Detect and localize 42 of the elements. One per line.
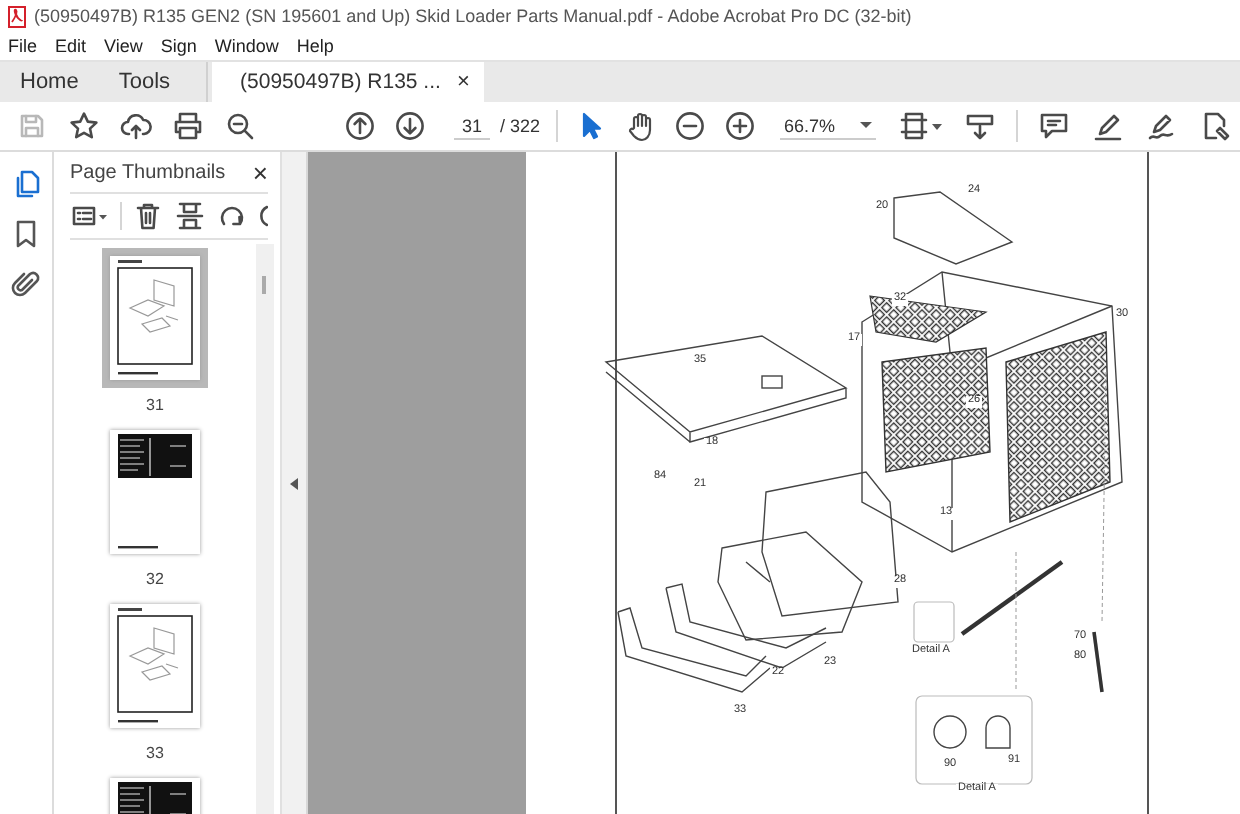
collapse-panel-icon[interactable] (290, 477, 298, 489)
page-number-field[interactable]: 31 (454, 113, 490, 139)
page-thumbnail[interactable] (102, 248, 208, 388)
panel-title: Page Thumbnails (70, 161, 226, 183)
print-icon[interactable] (172, 110, 204, 142)
search-icon[interactable] (224, 110, 256, 142)
pdf-app-icon (8, 5, 26, 27)
menu-item[interactable]: View (104, 36, 143, 56)
paperclip-icon[interactable] (10, 268, 42, 300)
menu-item[interactable]: File (8, 36, 38, 56)
nav-tab[interactable]: Home (0, 62, 99, 102)
extract-pages-icon[interactable] (174, 200, 206, 232)
thumbnail-page-number: 31 (146, 396, 164, 414)
scroll-mode-icon[interactable] (963, 110, 996, 142)
zoom-in-icon[interactable] (724, 110, 757, 142)
close-panel-icon[interactable]: × (252, 157, 268, 187)
menu-item[interactable]: Sign (160, 36, 197, 56)
fit-page-icon[interactable] (899, 110, 944, 142)
document-tab[interactable]: (50950497B) R135 ... × (212, 62, 484, 102)
thumbnail-page-number: 32 (146, 570, 164, 588)
delete-icon[interactable] (132, 200, 164, 232)
nav-tab[interactable]: Tools (98, 62, 209, 102)
menu-item[interactable]: Edit (55, 36, 87, 56)
highlight-pen-icon[interactable] (1091, 110, 1124, 142)
hand-icon[interactable] (624, 110, 657, 142)
close-tab-icon[interactable]: × (456, 70, 470, 94)
menu-item[interactable]: Window (214, 36, 279, 56)
star-icon[interactable] (68, 110, 100, 142)
page-count: / 322 (500, 116, 541, 136)
menu-item[interactable]: Help (296, 36, 334, 56)
caret-icon[interactable] (859, 121, 872, 129)
zoom-out-icon[interactable] (674, 110, 707, 142)
sign-pen-icon[interactable] (1145, 110, 1178, 142)
tab-label: (50950497B) R135 ... (240, 70, 441, 94)
cloud-upload-icon[interactable] (120, 110, 152, 142)
more-tools-icon[interactable] (1199, 110, 1232, 142)
previous-page-icon[interactable] (344, 110, 376, 142)
thumbnail-page-number: 33 (146, 744, 164, 762)
next-page-icon[interactable] (394, 110, 426, 142)
zoom-dropdown[interactable]: 66.7% (780, 113, 876, 139)
window-title: (50950497B) R135 GEN2 (SN 195601 and Up) Skid Loader Parts Manual.pdf - Adobe Acrobat Pro DC (32-bit) (34, 6, 912, 26)
comment-icon[interactable] (1037, 110, 1070, 142)
